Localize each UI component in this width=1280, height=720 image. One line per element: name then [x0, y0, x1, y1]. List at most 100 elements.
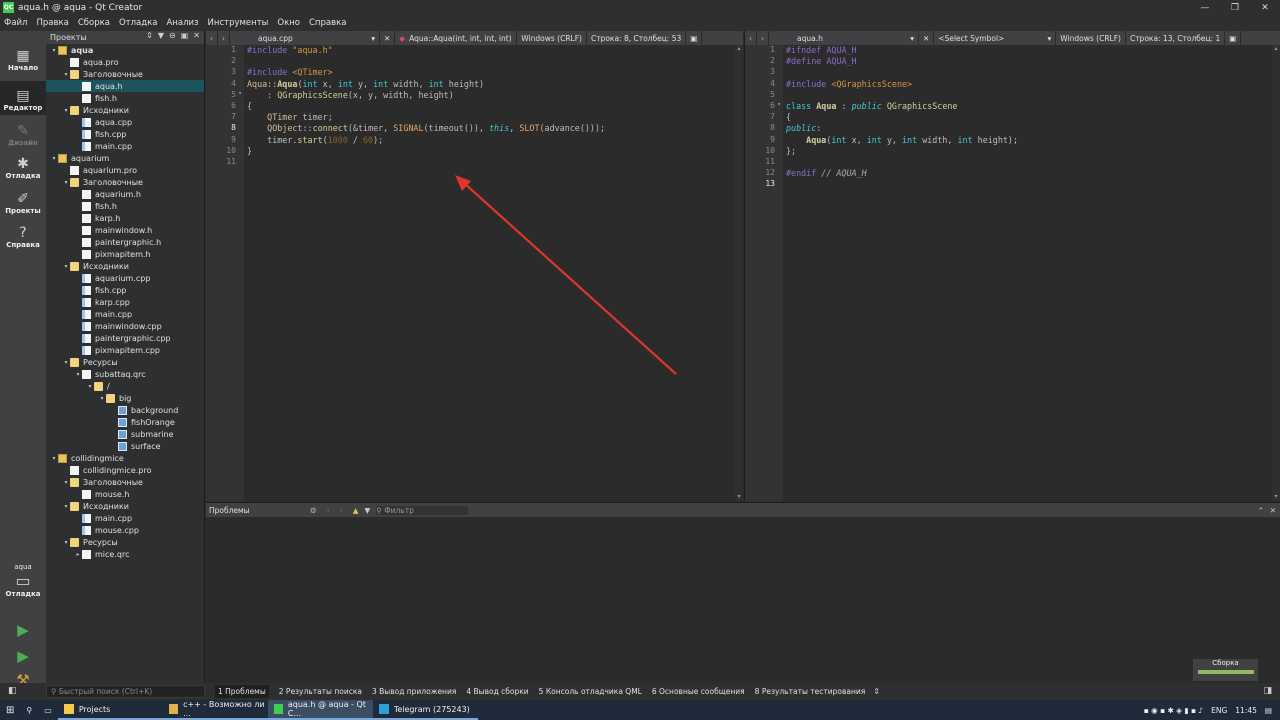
mode-debug[interactable]: ✱ Отладка: [0, 149, 46, 183]
dropdown-icon[interactable]: ⇕: [146, 31, 153, 40]
tree-node[interactable]: ▾ Исходники: [46, 500, 204, 512]
tree-node[interactable]: ▾ aqua: [46, 44, 204, 56]
line-number[interactable]: 6: [206, 101, 244, 112]
cursor-position[interactable]: Строка: 13, Столбец: 1: [1126, 31, 1226, 45]
tree-node[interactable]: collidingmice.pro: [46, 464, 204, 476]
split-editor-button[interactable]: ▣: [686, 31, 703, 45]
expand-arrow-icon[interactable]: ▾: [62, 539, 70, 546]
line-number[interactable]: 8: [206, 123, 244, 134]
encoding-label[interactable]: Windows (CRLF): [517, 31, 587, 45]
tree-node[interactable]: ▾ Заголовочные: [46, 68, 204, 80]
task-view-icon[interactable]: ▭: [38, 700, 58, 720]
tray-icons[interactable]: ▪ ◉ ▪ ✱ ◈ ▮ ▪ ♪: [1144, 706, 1203, 715]
menu-item[interactable]: Файл: [4, 18, 27, 28]
line-number[interactable]: 3: [745, 67, 783, 78]
nav-back-button[interactable]: ‹: [745, 31, 757, 45]
expand-arrow-icon[interactable]: ▾: [62, 359, 70, 366]
tree-node[interactable]: ▾ Ресурсы: [46, 356, 204, 368]
menu-item[interactable]: Инструменты: [208, 18, 269, 28]
cursor-position[interactable]: Строка: 8, Столбец: 53: [587, 31, 687, 45]
tree-node[interactable]: ▾ Заголовочные: [46, 176, 204, 188]
split-icon[interactable]: ▣: [181, 31, 189, 40]
code-line[interactable]: public:: [786, 123, 1272, 134]
tree-node[interactable]: fish.cpp: [46, 284, 204, 296]
tree-node[interactable]: fish.cpp: [46, 128, 204, 140]
scroll-down-icon[interactable]: ▾: [1272, 493, 1280, 501]
tree-node[interactable]: aquarium.cpp: [46, 272, 204, 284]
document-selector[interactable]: aqua.cpp ▾: [230, 31, 380, 45]
tree-node[interactable]: main.cpp: [46, 512, 204, 524]
clear-icon[interactable]: ⚙: [310, 506, 317, 515]
menu-item[interactable]: Окно: [277, 18, 300, 28]
code-line[interactable]: #endif // AQUA_H: [786, 168, 1272, 179]
line-number[interactable]: 10: [206, 146, 244, 157]
symbol-selector[interactable]: ◆ Aqua::Aqua(int, int, int, int): [395, 31, 518, 45]
minimize-button[interactable]: —: [1190, 0, 1220, 15]
code-line[interactable]: Aqua::Aqua(int x, int y, int width, int …: [247, 79, 735, 90]
code-line[interactable]: Aqua(int x, int y, int width, int height…: [786, 135, 1272, 146]
output-tab[interactable]: 6 Основные сообщения: [652, 687, 745, 696]
line-number[interactable]: 2: [206, 56, 244, 67]
tree-node[interactable]: aquarium.h: [46, 188, 204, 200]
code-line[interactable]: class Aqua : public QGraphicsScene: [786, 101, 1272, 112]
fold-arrow-icon[interactable]: ▾: [236, 90, 244, 97]
vertical-scrollbar[interactable]: ▴ ▾: [735, 45, 743, 501]
filter-icon[interactable]: ▼: [158, 31, 164, 40]
symbol-selector[interactable]: <Select Symbol> ▾: [934, 31, 1057, 45]
tree-node[interactable]: fishOrange: [46, 416, 204, 428]
code-line[interactable]: #include <QTimer>: [247, 67, 735, 78]
line-number[interactable]: 10: [745, 146, 783, 157]
tree-node[interactable]: paintergraphic.cpp: [46, 332, 204, 344]
close-button[interactable]: ✕: [1250, 0, 1280, 15]
line-number[interactable]: 3: [206, 67, 244, 78]
menu-item[interactable]: Отладка: [119, 18, 158, 28]
line-number[interactable]: 1: [206, 45, 244, 56]
expand-arrow-icon[interactable]: ▾: [50, 155, 58, 162]
code-line[interactable]: #include "aqua.h": [247, 45, 735, 56]
tree-node[interactable]: mouse.cpp: [46, 524, 204, 536]
code-line[interactable]: timer.start(1000 / 60);: [247, 135, 735, 146]
filter-input[interactable]: ⚲ Фильтр: [376, 505, 469, 515]
tree-node[interactable]: ▾ Исходники: [46, 260, 204, 272]
code-line[interactable]: [786, 179, 1272, 190]
menu-item[interactable]: Сборка: [78, 18, 110, 28]
close-document-button[interactable]: ✕: [380, 31, 396, 45]
output-tab[interactable]: 4 Вывод сборки: [466, 687, 528, 696]
code-line[interactable]: [786, 90, 1272, 101]
line-number[interactable]: 5 ▾: [206, 90, 244, 101]
language-indicator[interactable]: ENG: [1211, 706, 1227, 715]
tree-node[interactable]: aqua.cpp: [46, 116, 204, 128]
code-line[interactable]: {: [786, 112, 1272, 123]
output-tab[interactable]: 2 Результаты поиска: [279, 687, 362, 696]
nav-forward-button[interactable]: ›: [757, 31, 769, 45]
build-progress[interactable]: Сборка: [1193, 659, 1258, 681]
run-button[interactable]: ▶: [0, 621, 46, 639]
tree-node[interactable]: submarine: [46, 428, 204, 440]
more-tabs-icon[interactable]: ⇕: [873, 687, 880, 696]
link-icon[interactable]: ⊖: [169, 31, 176, 40]
tree-node[interactable]: aqua.pro: [46, 56, 204, 68]
close-pane-icon[interactable]: ✕: [1270, 506, 1276, 515]
notifications-icon[interactable]: ▤: [1265, 706, 1272, 715]
line-number[interactable]: 4: [206, 79, 244, 90]
code-line[interactable]: #define AQUA_H: [786, 56, 1272, 67]
warning-filter-icon[interactable]: ▲: [353, 506, 359, 515]
search-icon[interactable]: ⚲: [20, 700, 38, 720]
code-line[interactable]: [247, 157, 735, 168]
prev-icon[interactable]: ‹: [327, 506, 330, 515]
code-line[interactable]: #include <QGraphicsScene>: [786, 79, 1272, 90]
output-tab[interactable]: 1 Проблемы: [215, 685, 269, 698]
mode-projects[interactable]: ✐ Проекты: [0, 184, 46, 218]
tree-node[interactable]: background: [46, 404, 204, 416]
code-area[interactable]: #include "aqua.h"#include <QTimer> Aqua::…: [247, 45, 735, 168]
tree-node[interactable]: mainwindow.cpp: [46, 320, 204, 332]
tree-node[interactable]: ▾ collidingmice: [46, 452, 204, 464]
line-number[interactable]: 1: [745, 45, 783, 56]
line-number[interactable]: 5: [745, 90, 783, 101]
toggle-output-icon[interactable]: ◨: [1263, 686, 1272, 696]
code-line[interactable]: [247, 56, 735, 67]
output-tab[interactable]: 5 Консоль отладчика QML: [539, 687, 642, 696]
taskbar-app[interactable]: c++ - Возможно ли ...: [162, 700, 268, 720]
menu-item[interactable]: Правка: [36, 18, 68, 28]
tree-node[interactable]: mainwindow.h: [46, 224, 204, 236]
